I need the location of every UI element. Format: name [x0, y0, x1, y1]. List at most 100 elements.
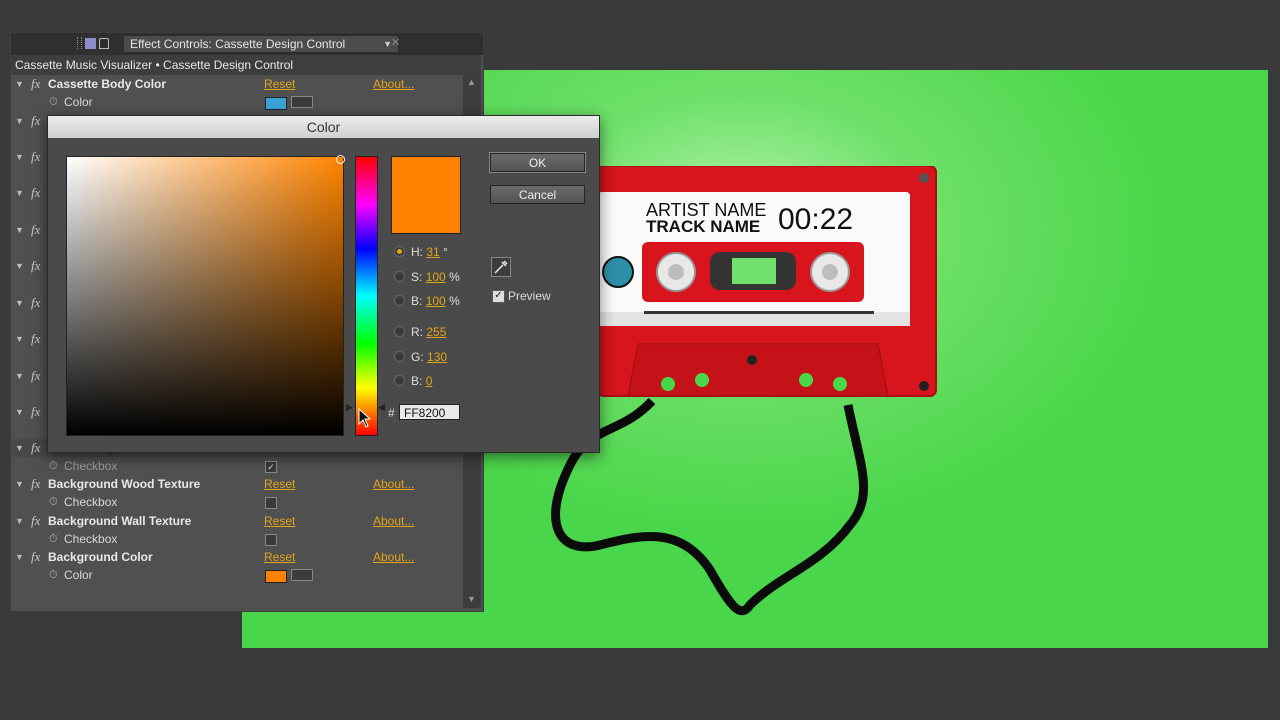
about-link[interactable]: About... — [373, 75, 414, 93]
effect-row[interactable]: ▼ fx Background Wood Texture Reset About… — [11, 475, 463, 493]
close-icon[interactable]: ✕ — [391, 36, 400, 49]
property-row: ⏱ Color — [11, 566, 463, 584]
eyedropper-icon[interactable] — [291, 569, 313, 581]
color-swatch[interactable] — [265, 570, 287, 583]
fx-icon[interactable]: fx — [31, 403, 40, 421]
dialog-title: Color — [48, 116, 599, 138]
expand-triangle-icon[interactable]: ▼ — [15, 367, 24, 385]
fx-icon[interactable]: fx — [31, 475, 40, 493]
checkbox[interactable] — [265, 497, 277, 509]
expand-triangle-icon[interactable]: ▼ — [15, 548, 24, 566]
panel-grip-icon[interactable] — [77, 37, 82, 49]
fx-icon[interactable]: fx — [31, 75, 40, 93]
expand-triangle-icon[interactable]: ▼ — [15, 112, 24, 130]
lock-icon[interactable] — [99, 37, 109, 49]
field-key: S: — [411, 270, 423, 284]
field-key: H: — [411, 245, 423, 259]
reset-link[interactable]: Reset — [264, 475, 295, 493]
effect-row[interactable]: ▼ fx Background Wall Texture Reset About… — [11, 512, 463, 530]
reset-link[interactable]: Reset — [264, 548, 295, 566]
expand-triangle-icon[interactable]: ▼ — [15, 512, 24, 530]
fx-icon[interactable]: fx — [31, 294, 40, 312]
expand-triangle-icon[interactable]: ▼ — [15, 475, 24, 493]
panel-menu-icon[interactable] — [85, 37, 96, 49]
radio-button[interactable] — [394, 246, 405, 257]
ok-button[interactable]: OK — [490, 153, 585, 172]
radio-button[interactable] — [394, 326, 405, 337]
expand-triangle-icon[interactable]: ▼ — [15, 330, 24, 348]
color-field-marker[interactable] — [336, 155, 345, 164]
expand-triangle-icon[interactable]: ▼ — [15, 439, 24, 457]
about-link[interactable]: About... — [373, 548, 414, 566]
stopwatch-icon[interactable]: ⏱ — [49, 493, 58, 511]
field-key: B: — [411, 294, 423, 308]
hue-slider-right-arrow-icon[interactable]: ◀ — [378, 402, 385, 413]
field-key: B: — [411, 374, 423, 388]
property-name: Checkbox — [64, 495, 118, 509]
fx-icon[interactable]: fx — [31, 439, 40, 457]
cancel-button[interactable]: Cancel — [490, 185, 585, 204]
hue-slider-left-arrow-icon[interactable]: ▶ — [346, 402, 353, 413]
effect-name: Cassette Body Color — [48, 77, 167, 91]
hex-hash-label: # — [388, 406, 395, 420]
effect-row[interactable]: ▼ fx Cassette Body Color Reset About... — [11, 75, 463, 93]
track-name: TRACK NAME — [646, 217, 760, 236]
tab-title: Effect Controls: Cassette Design Control — [130, 37, 346, 51]
effect-name: Background Wood Texture — [48, 477, 201, 491]
stopwatch-icon[interactable]: ⏱ — [49, 93, 58, 111]
expand-triangle-icon[interactable]: ▼ — [15, 184, 24, 202]
eyedropper-icon[interactable] — [291, 96, 313, 108]
expand-triangle-icon[interactable]: ▼ — [15, 75, 24, 93]
fx-icon[interactable]: fx — [31, 221, 40, 239]
fx-icon[interactable]: fx — [31, 184, 40, 202]
property-row: ⏱ Checkbox — [11, 530, 463, 548]
expand-triangle-icon[interactable]: ▼ — [15, 148, 24, 166]
expand-triangle-icon[interactable]: ▼ — [15, 257, 24, 275]
checkbox[interactable] — [265, 534, 277, 546]
radio-button[interactable] — [394, 351, 405, 362]
fx-icon[interactable]: fx — [31, 257, 40, 275]
radio-button[interactable] — [394, 271, 405, 282]
expand-triangle-icon[interactable]: ▼ — [15, 403, 24, 421]
fx-icon[interactable]: fx — [31, 512, 40, 530]
color-swatch[interactable] — [265, 97, 287, 110]
radio-button[interactable] — [394, 295, 405, 306]
stopwatch-icon[interactable]: ⏱ — [49, 566, 58, 584]
fx-icon[interactable]: fx — [31, 330, 40, 348]
breadcrumb: Cassette Music Visualizer • Cassette Des… — [11, 55, 481, 75]
preview-label: Preview — [508, 289, 551, 303]
blue-value[interactable]: 0 — [426, 374, 433, 388]
stopwatch-icon[interactable]: ⏱ — [49, 530, 58, 548]
hue-slider[interactable] — [355, 156, 378, 436]
effect-row[interactable]: ▼ fx Background Color Reset About... — [11, 548, 463, 566]
saturation-value[interactable]: 100 — [426, 270, 446, 284]
reset-link[interactable]: Reset — [264, 512, 295, 530]
hue-value[interactable]: 31 — [426, 245, 439, 259]
hex-input[interactable]: FF8200 — [399, 404, 460, 420]
brightness-value[interactable]: 100 — [426, 294, 446, 308]
color-field[interactable] — [66, 155, 345, 436]
scroll-down-icon[interactable]: ▼ — [467, 594, 476, 604]
property-row: ⏱ Color — [11, 93, 463, 111]
expand-triangle-icon[interactable]: ▼ — [15, 221, 24, 239]
radio-button[interactable] — [394, 375, 405, 386]
red-value[interactable]: 255 — [426, 325, 446, 339]
scroll-up-icon[interactable]: ▲ — [467, 77, 476, 87]
eyedropper-icon[interactable] — [491, 257, 511, 277]
field-unit: % — [449, 270, 460, 284]
about-link[interactable]: About... — [373, 512, 414, 530]
expand-triangle-icon[interactable]: ▼ — [15, 294, 24, 312]
green-value[interactable]: 130 — [427, 350, 447, 364]
fx-icon[interactable]: fx — [31, 548, 40, 566]
field-unit: ° — [443, 245, 448, 259]
stopwatch-icon[interactable]: ⏱ — [49, 457, 58, 475]
preview-checkbox[interactable]: ✓ — [492, 290, 505, 303]
tab-effect-controls[interactable]: Effect Controls: Cassette Design Control… — [123, 35, 399, 53]
fx-icon[interactable]: fx — [31, 367, 40, 385]
fx-icon[interactable]: fx — [31, 112, 40, 130]
checkbox[interactable]: ✓ — [265, 461, 277, 473]
color-preview — [391, 156, 461, 234]
fx-icon[interactable]: fx — [31, 148, 40, 166]
about-link[interactable]: About... — [373, 475, 414, 493]
reset-link[interactable]: Reset — [264, 75, 295, 93]
